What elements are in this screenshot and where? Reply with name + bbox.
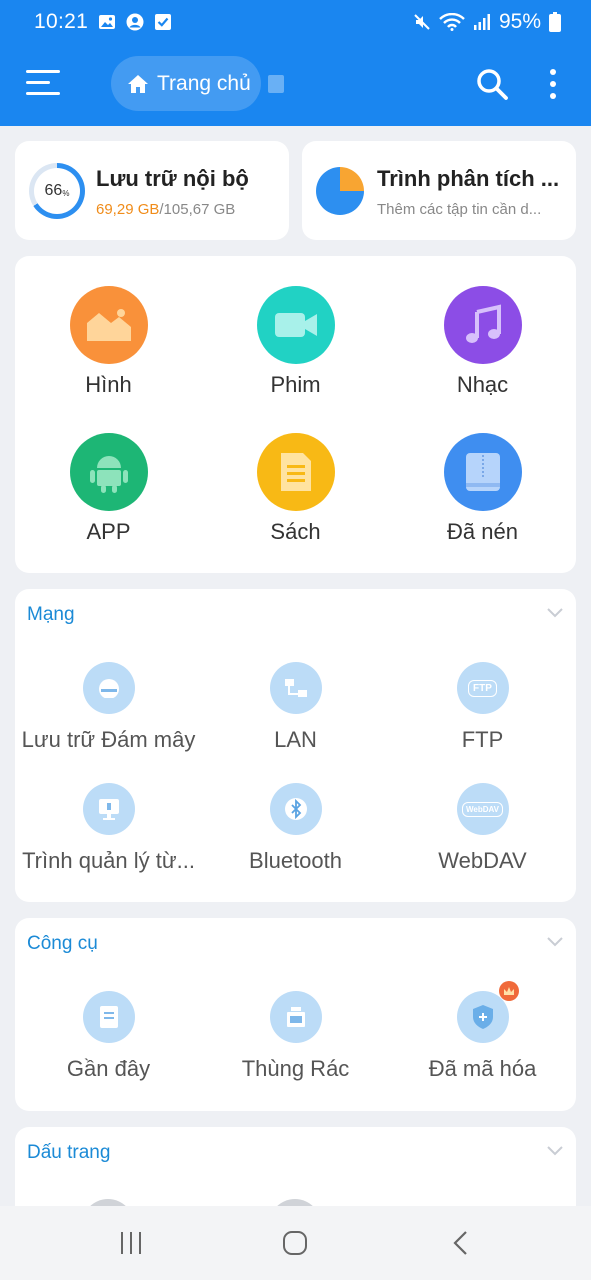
category-label: Đã nén <box>447 519 518 544</box>
encrypted-icon <box>456 981 519 1043</box>
checkbox-notification-icon <box>155 14 172 30</box>
network-header: Mạng <box>27 604 75 625</box>
book-icon <box>256 433 335 511</box>
network-item-label: Trình quản lý từ... <box>22 848 195 873</box>
document-icon <box>268 75 284 93</box>
tool-item-label: Gần đây <box>66 1056 151 1081</box>
recent-icon <box>82 991 135 1043</box>
ftp-icon: FTP <box>456 662 509 714</box>
storage-total: /105,67 GB <box>159 201 236 218</box>
recent-apps-button[interactable] <box>118 1230 144 1256</box>
chevron-down-icon[interactable] <box>546 607 564 619</box>
storage-analyzer-card[interactable]: Trình phân tích ... Thêm các tập tin cần… <box>302 141 576 240</box>
tools-header: Công cụ <box>27 933 98 954</box>
network-item-webdav[interactable]: WebDAV WebDAV <box>389 783 576 874</box>
network-item-remote-manager[interactable]: Trình quản lý từ... <box>15 783 202 874</box>
battery-icon <box>549 12 561 32</box>
analyzer-subtitle: Thêm các tập tin cần d... <box>377 201 542 218</box>
analyzer-pie-icon <box>316 167 364 215</box>
category-label: APP <box>86 519 131 544</box>
tool-item-trash[interactable]: Thùng Rác <box>202 991 389 1082</box>
category-archives[interactable]: Đã nén <box>389 433 576 545</box>
menu-button[interactable] <box>26 68 60 98</box>
chevron-down-icon[interactable] <box>546 1145 564 1157</box>
category-videos[interactable]: Phim <box>202 286 389 398</box>
remote-manager-icon <box>82 783 135 835</box>
home-label: Trang chủ <box>157 71 251 95</box>
network-item-lan[interactable]: LAN <box>202 662 389 753</box>
tool-item-label: Thùng Rác <box>241 1056 350 1081</box>
home-breadcrumb[interactable]: Trang chủ <box>111 56 261 111</box>
category-images[interactable]: Hình <box>15 286 202 398</box>
cloud-icon <box>82 662 135 714</box>
analyzer-title: Trình phân tích ... <box>377 166 560 191</box>
storage-percent: 66 <box>44 182 63 199</box>
wifi-icon <box>439 13 465 31</box>
network-item-label: WebDAV <box>438 848 527 873</box>
storage-title: Lưu trữ nội bộ <box>96 166 249 191</box>
storage-used: 69,29 GB <box>96 201 160 218</box>
category-label: Sách <box>270 519 321 544</box>
storage-percent-unit: % <box>62 189 70 198</box>
tool-item-encrypted[interactable]: Đã mã hóa <box>389 981 576 1082</box>
category-grid: Hình Phim Nhạc APP Sách Đã nén <box>15 256 576 573</box>
network-item-bluetooth[interactable]: Bluetooth <box>202 783 389 874</box>
category-books[interactable]: Sách <box>202 433 389 545</box>
storage-capacity: 69,29 GB/105,67 GB <box>96 201 235 218</box>
ftp-badge: FTP <box>468 679 497 697</box>
bookmarks-header: Dấu trang <box>27 1142 111 1163</box>
tool-item-recent[interactable]: Gần đây <box>15 991 202 1082</box>
back-button[interactable] <box>450 1230 472 1256</box>
network-item-cloud[interactable]: Lưu trữ Đám mây <box>15 662 202 753</box>
search-icon[interactable] <box>474 66 510 102</box>
video-icon <box>256 286 335 364</box>
image-icon <box>69 286 148 364</box>
category-music[interactable]: Nhạc <box>389 286 576 398</box>
home-button[interactable] <box>282 1230 308 1256</box>
music-icon <box>443 286 522 364</box>
network-item-label: Bluetooth <box>249 848 342 873</box>
home-icon <box>128 74 148 93</box>
category-label: Nhạc <box>456 372 509 397</box>
webdav-badge: WebDAV <box>461 801 504 817</box>
gallery-notification-icon <box>99 15 116 29</box>
webdav-icon: WebDAV <box>456 783 509 835</box>
mute-icon <box>414 14 430 30</box>
toolbar: Trang chủ <box>0 56 591 112</box>
status-time: 10:21 <box>34 10 89 33</box>
network-item-label: LAN <box>274 727 317 752</box>
battery-percentage: 95% <box>498 10 541 33</box>
category-apps[interactable]: APP <box>15 433 202 545</box>
archive-icon <box>443 433 522 511</box>
category-label: Phim <box>270 372 321 397</box>
app-bar: 10:21 95% Trang chủ <box>0 0 591 126</box>
tools-section: Công cụ Gần đây Thùng Rác Đã mã hóa <box>15 918 576 1111</box>
android-icon <box>69 433 148 511</box>
premium-crown-icon <box>498 981 519 1001</box>
chevron-down-icon[interactable] <box>546 936 564 948</box>
network-item-label: FTP <box>461 727 504 752</box>
network-item-ftp[interactable]: FTP FTP <box>389 662 576 753</box>
more-options-button[interactable] <box>538 66 568 102</box>
bluetooth-icon <box>269 783 322 835</box>
system-navigation-bar <box>0 1206 591 1280</box>
internal-storage-card[interactable]: 66% Lưu trữ nội bộ 69,29 GB/105,67 GB <box>15 141 289 240</box>
signal-icon <box>473 14 490 30</box>
network-section: Mạng Lưu trữ Đám mây LAN FTP FTP Trình q… <box>15 589 576 902</box>
status-bar: 10:21 95% <box>0 0 591 44</box>
tool-item-label: Đã mã hóa <box>428 1056 537 1081</box>
account-notification-icon <box>126 13 144 31</box>
trash-icon <box>269 991 322 1043</box>
lan-icon <box>269 662 322 714</box>
category-label: Hình <box>85 372 132 397</box>
network-item-label: Lưu trữ Đám mây <box>21 727 196 752</box>
